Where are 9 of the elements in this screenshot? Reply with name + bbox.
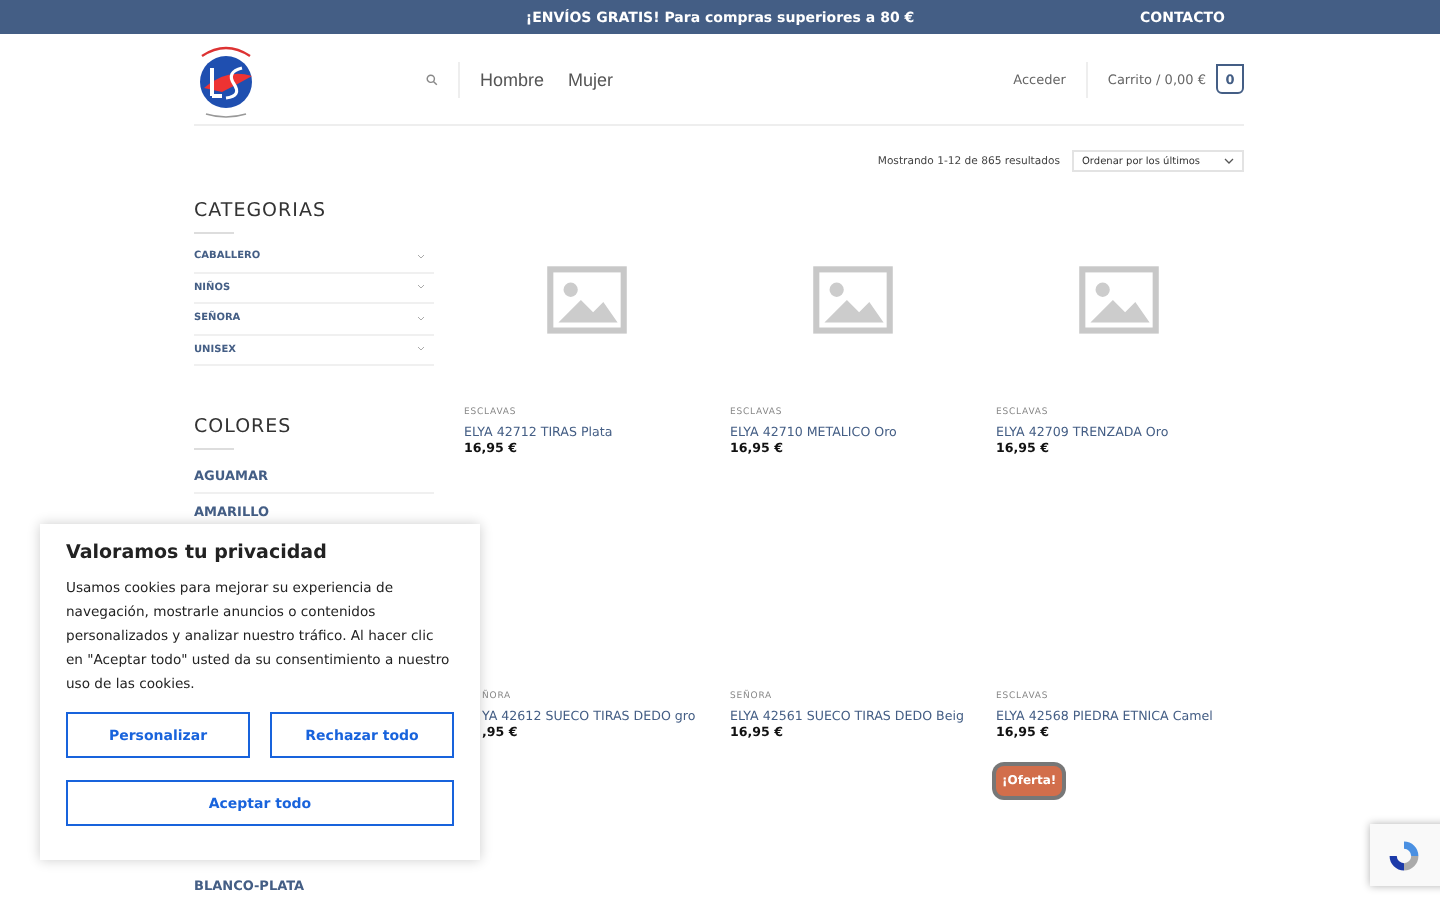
sidebar-heading: CATEGORIAS <box>194 200 328 222</box>
recaptcha-icon <box>1386 837 1422 873</box>
nav-link[interactable]: Hombre <box>480 69 545 89</box>
recaptcha-badge[interactable] <box>1370 824 1440 886</box>
banner-title: Valoramos tu privacidad <box>66 542 329 564</box>
search-icon[interactable] <box>426 73 438 85</box>
nav-link[interactable]: Mujer <box>568 69 614 89</box>
sidebar-heading: COLORES <box>194 416 294 438</box>
chevron-down-icon <box>1224 158 1234 164</box>
